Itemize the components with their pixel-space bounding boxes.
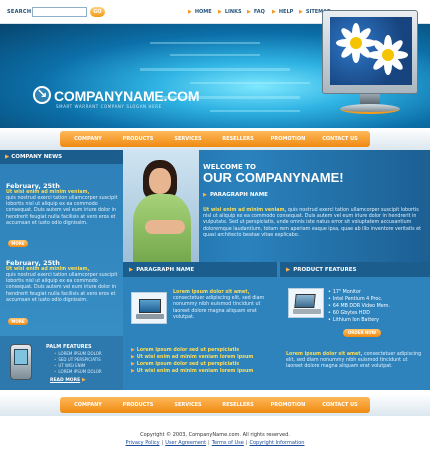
news-date: February, 25th <box>6 182 60 190</box>
spec-item: • Lithium Ion Battery <box>328 318 380 323</box>
monitor-base <box>340 104 400 114</box>
news-lead: Ut wisi enim ad minim veniam, <box>6 190 90 195</box>
decor-stripe <box>140 68 290 71</box>
bullet-link[interactable]: ▶ Ut wisi enim ad minim veniam lorem ipsu… <box>131 369 253 374</box>
bottom-nav-products[interactable]: PRODUCTS <box>113 402 163 408</box>
news-lead: Ut wisi enim ad minim veniam, <box>6 267 90 272</box>
bottom-nav-promotion[interactable]: PROMOTION <box>263 402 313 408</box>
nav-item-products[interactable]: PRODUCTS <box>113 136 163 142</box>
top-link-label: FAQ <box>253 9 265 15</box>
palm-screen <box>14 349 28 365</box>
laptop-image <box>131 292 167 324</box>
paragraph-text: Lorem ipsum dolor sit amet, consectetuer… <box>173 290 265 320</box>
terms-of-use-link[interactable]: Terms of Use <box>212 440 244 446</box>
user-agreement-link[interactable]: User Agreement <box>165 440 206 446</box>
palm-feature-item: • LOREM IPSUM DOLOR <box>54 351 102 356</box>
nav-item-contact-us[interactable]: CONTACT US <box>315 136 365 142</box>
arrow-icon: ▶ <box>299 9 303 15</box>
news-date: February, 25th <box>6 259 60 267</box>
top-link-label: LINKS <box>224 9 242 15</box>
bottom-nav-resellers[interactable]: RESELLERS <box>213 402 263 408</box>
monitor-frame <box>322 10 418 94</box>
bullet-link[interactable]: ▶ Ut wisi enim ad minim veniam lorem ipsu… <box>131 355 253 360</box>
logo-arrow-icon: ↘ <box>33 86 51 104</box>
welcome-section: WELCOME TO OUR COMPANYNAME! ▶ PARAGRAPH … <box>123 150 430 262</box>
top-link-faq[interactable]: ▶ FAQ <box>247 9 265 15</box>
order-now-button[interactable]: ORDER NOW <box>343 329 381 337</box>
bullet-link[interactable]: ▶ Lorem ipsum dolor sed ut perspiciatis <box>131 362 239 367</box>
spec-item: • Intel Pentium 4 Proc. <box>328 297 383 302</box>
arrow-icon: ▶ <box>286 267 291 273</box>
left-column: ▶ COMPANY NEWS February, 25th Ut wisi eni… <box>0 150 123 390</box>
top-link-home[interactable]: ▶ HOME <box>188 9 212 15</box>
arrow-icon: ▶ <box>272 9 276 15</box>
company-news-heading: ▶ COMPANY NEWS <box>0 150 123 164</box>
arrow-icon: ▶ <box>218 9 222 15</box>
bottom-nav-contact-us[interactable]: CONTACT US <box>315 402 365 408</box>
logo-text[interactable]: COMPANYNAME.COM <box>54 88 199 104</box>
spec-item: • 60 Gbytes HDD <box>328 311 370 316</box>
daisy-flower <box>368 35 408 75</box>
decor-stripe <box>190 82 310 84</box>
top-link-label: HOME <box>194 9 212 15</box>
woman-photo <box>123 150 199 262</box>
news-body: quis nostrud exerci tation ullamcorper s… <box>6 273 118 303</box>
palm-features-box: PALM FEATURES • LOREM IPSUM DOLOR • SED UT… <box>0 336 123 390</box>
decor-stripe <box>170 54 260 56</box>
paragraph-name-heading: ▶ PARAGRAPH NAME <box>123 262 277 277</box>
arrow-icon: ▶ <box>5 154 10 160</box>
monitor-neck <box>360 94 380 104</box>
arrow-icon: ▶ <box>82 377 86 383</box>
nav-item-company[interactable]: COMPANY <box>63 136 113 142</box>
monitor-image <box>322 10 418 120</box>
nav-item-promotion[interactable]: PROMOTION <box>263 136 313 142</box>
arrow-icon: ▶ <box>203 192 207 198</box>
nav-item-services[interactable]: SERVICES <box>163 136 213 142</box>
arrow-icon: ▶ <box>188 9 192 15</box>
search-go-button[interactable]: GO <box>90 7 105 17</box>
bottom-nav-company[interactable]: COMPANY <box>63 402 113 408</box>
spec-item: • 64 MB DDR Video Mem. <box>328 304 390 309</box>
company-slogan: SMART WARRANT COMPANY SLOGAN HERE <box>56 104 162 109</box>
arrow-icon: ▶ <box>129 267 134 273</box>
news-more-button[interactable]: MORE <box>8 318 28 325</box>
copyright-information-link[interactable]: Copyright Information <box>250 440 305 446</box>
nav-item-resellers[interactable]: RESELLERS <box>213 136 263 142</box>
paragraph-text: Ut wisi enim ad minim veniam, quis nostr… <box>203 208 421 238</box>
monitor-screen <box>330 17 412 85</box>
decor-stripe <box>210 110 300 112</box>
welcome-company-name: OUR COMPANYNAME! <box>203 170 344 185</box>
palm-device-image <box>10 344 32 380</box>
lower-content: ▶ PARAGRAPH NAME ▶ PRODUCT FEATURES Lorem … <box>123 262 430 390</box>
privacy-policy-link[interactable]: Privacy Policy <box>126 440 160 446</box>
top-link-links[interactable]: ▶ LINKS <box>218 9 242 15</box>
bottom-nav: COMPANY PRODUCTS SERVICES RESELLERS PROM… <box>0 394 430 416</box>
news-more-button[interactable]: MORE <box>8 240 28 247</box>
palm-feature-item: • LOREM IPSUM DOLOR <box>54 369 102 374</box>
spec-item: • 17" Monitor <box>328 290 361 295</box>
product-text: Lorem ipsum dolor sit amet, consectetuer… <box>286 352 422 370</box>
decor-stripe <box>150 42 260 44</box>
news-body: quis nostrud exerci tation ullamcorper s… <box>6 196 118 226</box>
footer-copyright: Copyright © 2003, CompanyName.com. All r… <box>140 432 290 438</box>
search-input[interactable] <box>32 7 87 17</box>
palm-features-title: PALM FEATURES <box>46 344 92 350</box>
product-features-heading: ▶ PRODUCT FEATURES <box>280 262 430 277</box>
palm-feature-item: • SED UT PERSPICIATIS <box>54 357 101 362</box>
search-label: SEARCH <box>7 9 32 15</box>
palm-feature-item: • UT WISI ENIM <box>54 363 86 368</box>
company-news-title: COMPANY NEWS <box>11 154 63 160</box>
bullet-link[interactable]: ▶ Lorem ipsum dolor sed ut perspiciatis <box>131 348 239 353</box>
bottom-nav-services[interactable]: SERVICES <box>163 402 213 408</box>
main-nav: COMPANY PRODUCTS SERVICES RESELLERS PROM… <box>0 128 430 150</box>
top-link-label: HELP <box>278 9 294 15</box>
read-more-link[interactable]: READ MORE <box>50 378 80 383</box>
top-link-help[interactable]: ▶ HELP <box>272 9 293 15</box>
paragraph-title: PARAGRAPH NAME <box>210 192 268 198</box>
arrow-icon: ▶ <box>247 9 251 15</box>
laptop-product-image <box>288 288 324 318</box>
footer-links: Privacy Policy | User Agreement | Terms of U… <box>125 440 305 446</box>
